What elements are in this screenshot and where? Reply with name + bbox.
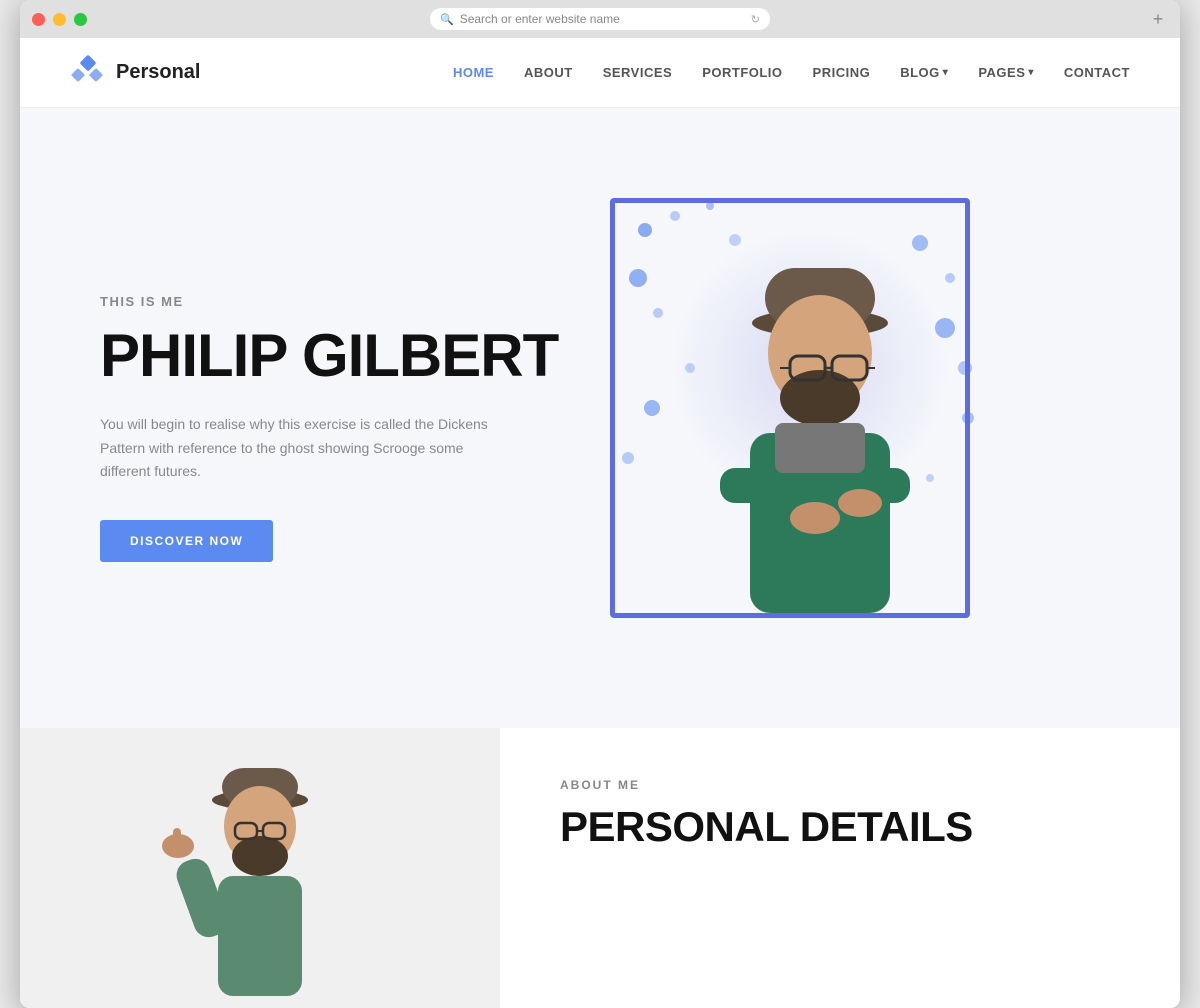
about-title: PERSONAL DETAILS xyxy=(560,804,1120,850)
nav-pages[interactable]: PAGES ▾ xyxy=(978,65,1034,80)
logo-text: Personal xyxy=(116,61,200,84)
address-text: Search or enter website name xyxy=(460,12,745,26)
hero-image-area xyxy=(580,168,1000,688)
about-section: ABOUT ME PERSONAL DETAILS xyxy=(20,728,1180,1008)
new-tab-button[interactable]: + xyxy=(1148,9,1168,29)
nav-blog-label: BLOG xyxy=(900,65,940,80)
browser-window: 🔍 Search or enter website name ↻ + Perso… xyxy=(20,0,1180,1008)
browser-titlebar: 🔍 Search or enter website name ↻ + xyxy=(20,0,1180,38)
nav-blog[interactable]: BLOG ▾ xyxy=(900,65,948,80)
about-image-column xyxy=(20,728,500,1008)
hero-name: PHILIP GILBERT xyxy=(100,323,580,389)
nav-pricing[interactable]: PRICING xyxy=(813,65,871,80)
pages-dropdown-icon: ▾ xyxy=(1028,67,1034,78)
hero-tagline: THIS IS ME xyxy=(100,294,580,309)
search-icon: 🔍 xyxy=(440,13,454,26)
about-tag: ABOUT ME xyxy=(560,778,1120,792)
about-text-column: ABOUT ME PERSONAL DETAILS xyxy=(500,728,1180,1008)
discover-button[interactable]: DISCOVER NOW xyxy=(100,520,273,562)
nav-services[interactable]: SERVICES xyxy=(603,65,673,80)
nav-about[interactable]: ABOUT xyxy=(524,65,573,80)
refresh-icon[interactable]: ↻ xyxy=(751,13,760,26)
maximize-button[interactable] xyxy=(74,13,87,26)
hero-content: THIS IS ME PHILIP GILBERT You will begin… xyxy=(100,294,580,562)
address-bar[interactable]: 🔍 Search or enter website name ↻ xyxy=(430,8,770,30)
nav-links: HOME ABOUT SERVICES PORTFOLIO PRICING BL… xyxy=(453,65,1130,80)
hero-description: You will begin to realise why this exerc… xyxy=(100,413,500,484)
nav-portfolio[interactable]: PORTFOLIO xyxy=(702,65,782,80)
navbar: Personal HOME ABOUT SERVICES PORTFOLIO P… xyxy=(20,38,1180,108)
minimize-button[interactable] xyxy=(53,13,66,26)
hero-person-image xyxy=(660,208,980,688)
nav-pages-label: PAGES xyxy=(978,65,1025,80)
logo[interactable]: Personal xyxy=(70,55,200,91)
logo-icon xyxy=(70,55,106,91)
blog-dropdown-icon: ▾ xyxy=(943,67,949,78)
nav-contact[interactable]: CONTACT xyxy=(1064,65,1130,80)
about-person-figure xyxy=(110,758,410,1008)
nav-home[interactable]: HOME xyxy=(453,65,494,80)
website-content: Personal HOME ABOUT SERVICES PORTFOLIO P… xyxy=(20,38,1180,1008)
close-button[interactable] xyxy=(32,13,45,26)
hero-section: THIS IS ME PHILIP GILBERT You will begin… xyxy=(20,108,1180,728)
